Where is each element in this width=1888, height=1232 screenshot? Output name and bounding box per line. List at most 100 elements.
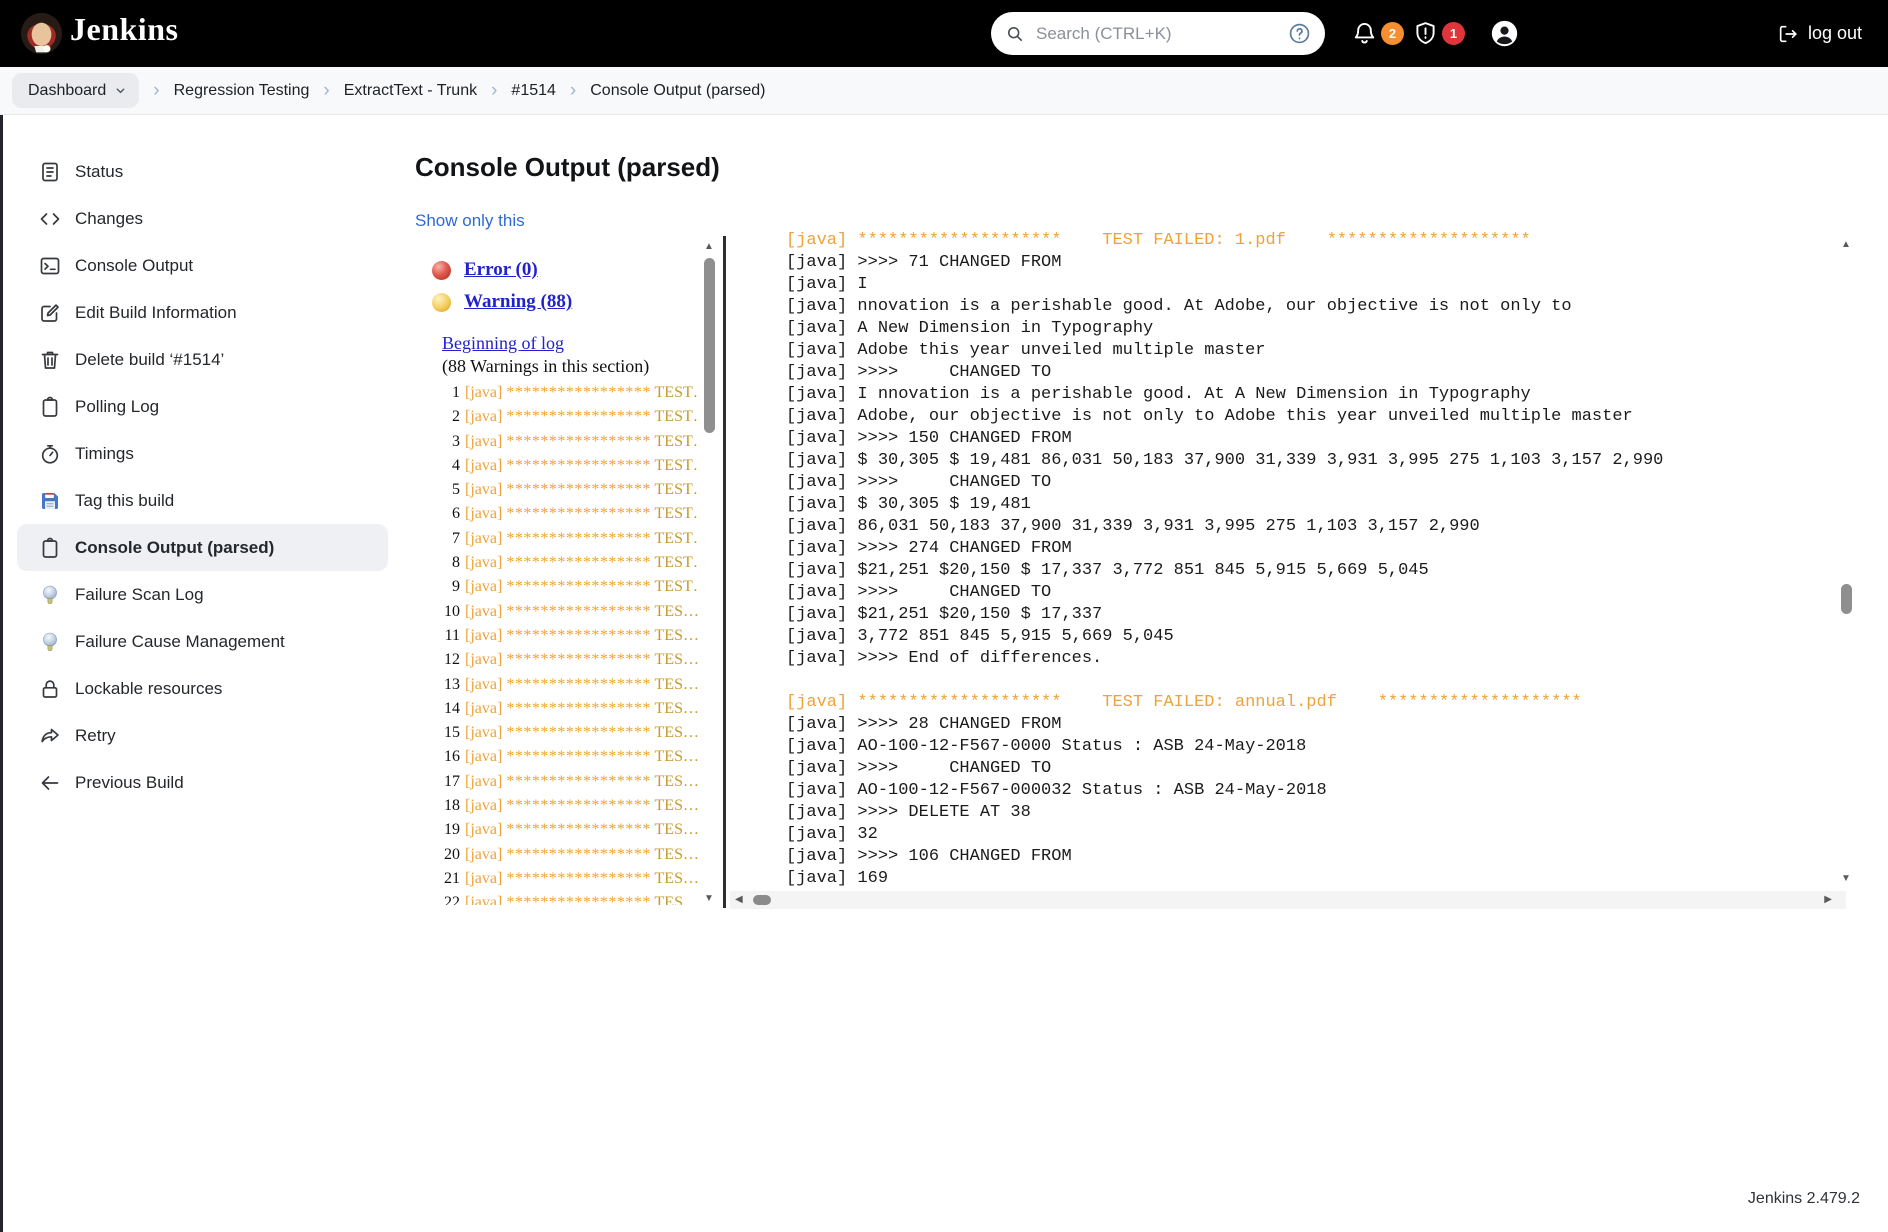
stopwatch-icon	[37, 441, 63, 467]
breadcrumb-item-regression-testing[interactable]: Regression Testing	[174, 82, 310, 100]
warning-list-item[interactable]: 20 [java] ***************** TES…	[440, 843, 700, 867]
warning-summary-row[interactable]: Warning (88)	[432, 291, 700, 313]
warning-stars: *****************	[506, 529, 651, 547]
warning-stars: *****************	[506, 432, 651, 450]
warning-list-item[interactable]: 17 [java] ***************** TES…	[440, 770, 700, 794]
warning-list-item[interactable]: 18 [java] ***************** TES…	[440, 794, 700, 818]
warning-list-item[interactable]: 10 [java] ***************** TES…	[440, 600, 700, 624]
sidebar-item-lockable-resources[interactable]: Lockable resources	[17, 665, 388, 712]
sidebar-item-console-output-parsed[interactable]: Console Output (parsed)	[17, 524, 388, 571]
warning-list-item[interactable]: 16 [java] ***************** TES…	[440, 745, 700, 769]
sidebar-item-delete-build-1514[interactable]: Delete build ‘#1514’	[17, 336, 388, 383]
search-input[interactable]	[1034, 22, 1288, 45]
warning-list-item[interactable]: 19 [java] ***************** TES…	[440, 818, 700, 842]
warning-list-item[interactable]: 5 [java] ***************** TEST…	[440, 478, 700, 502]
security-button[interactable]	[1412, 0, 1439, 67]
scroll-up-arrow-icon[interactable]: ▲	[1841, 240, 1851, 250]
warning-number: 20	[444, 845, 460, 863]
sidebar-item-retry[interactable]: Retry	[17, 712, 388, 759]
lock-icon	[37, 676, 63, 702]
warning-stars: *****************	[506, 481, 651, 499]
warning-number: 2	[452, 408, 460, 426]
jenkins-logo[interactable]	[20, 12, 63, 55]
warning-list-item[interactable]: 1 [java] ***************** TEST…	[440, 381, 700, 405]
breadcrumb-items: › Regression Testing › ExtractText - Tru…	[139, 80, 765, 102]
warning-stars: *****************	[506, 699, 651, 717]
warning-list-item[interactable]: 21 [java] ***************** TES…	[440, 867, 700, 891]
warning-list-item[interactable]: 3 [java] ***************** TEST…	[440, 430, 700, 454]
warning-list-item[interactable]: 2 [java] ***************** TEST…	[440, 405, 700, 429]
warning-list-item[interactable]: 9 [java] ***************** TEST…	[440, 575, 700, 599]
console-line: [java] >>>> CHANGED TO	[786, 363, 1052, 382]
help-icon[interactable]	[1288, 22, 1311, 45]
warning-list-item[interactable]: 22 [java] ***************** TES…	[440, 891, 700, 905]
warning-tail: TEST…	[654, 384, 700, 401]
sidebar-item-timings[interactable]: Timings	[17, 430, 388, 477]
warning-link[interactable]: Warning (88)	[464, 291, 572, 313]
user-menu-button[interactable]	[1490, 0, 1519, 67]
warning-list-item[interactable]: 11 [java] ***************** TES…	[440, 624, 700, 648]
warning-list-item[interactable]: 13 [java] ***************** TES…	[440, 673, 700, 697]
breadcrumb-item-console-output-parsed[interactable]: Console Output (parsed)	[590, 82, 765, 100]
breadcrumb-dashboard[interactable]: Dashboard	[12, 73, 140, 108]
warning-list-item[interactable]: 15 [java] ***************** TES…	[440, 721, 700, 745]
warning-stars: *****************	[506, 554, 651, 572]
warning-list-item[interactable]: 12 [java] ***************** TES…	[440, 648, 700, 672]
security-badge[interactable]: 1	[1442, 22, 1465, 45]
warning-list-item[interactable]: 7 [java] ***************** TEST…	[440, 527, 700, 551]
scrollbar-thumb[interactable]	[704, 258, 715, 433]
warning-list-scrollbar[interactable]: ▲ ▼	[701, 236, 718, 908]
scrollbar-thumb[interactable]	[1841, 584, 1852, 614]
warning-number: 21	[444, 869, 460, 887]
bulb-icon	[37, 629, 63, 655]
warning-tail: TES…	[654, 797, 699, 815]
scroll-right-arrow-icon[interactable]: ▶	[1824, 895, 1832, 905]
warning-list-item[interactable]: 8 [java] ***************** TEST…	[440, 551, 700, 575]
sidebar-item-label: Changes	[75, 208, 144, 228]
console-line: [java] Adobe, our objective is not only …	[786, 407, 1633, 426]
search-box	[991, 12, 1325, 55]
breadcrumb-item-extracttext-trunk[interactable]: ExtractText - Trunk	[344, 82, 477, 100]
console-line: [java] I	[786, 275, 868, 294]
notifications-button[interactable]	[1351, 0, 1378, 67]
sidebar-item-console-output[interactable]: Console Output	[17, 242, 388, 289]
warning-list-item[interactable]: 4 [java] ***************** TEST…	[440, 454, 700, 478]
sidebar-item-status[interactable]: Status	[17, 148, 388, 195]
beginning-of-log-link[interactable]: Beginning of log	[442, 333, 564, 354]
warning-list-item[interactable]: 6 [java] ***************** TEST…	[440, 502, 700, 526]
warning-tail: TES…	[654, 724, 699, 742]
console-line: [java] nnovation is a perishable good. A…	[786, 297, 1572, 316]
sidebar-item-tag-this-build[interactable]: Tag this build	[17, 477, 388, 524]
sidebar-item-polling-log[interactable]: Polling Log	[17, 383, 388, 430]
scrollbar-thumb[interactable]	[753, 895, 771, 905]
sidebar-item-failure-scan-log[interactable]: Failure Scan Log	[17, 571, 388, 618]
error-link[interactable]: Error (0)	[464, 259, 538, 281]
console-vertical-scrollbar[interactable]: ▲ ▼	[1839, 236, 1855, 888]
brand-title[interactable]: Jenkins	[70, 11, 178, 48]
breadcrumb-item-1514[interactable]: #1514	[511, 82, 556, 100]
scroll-up-arrow-icon[interactable]: ▲	[704, 242, 714, 252]
warning-stars: *****************	[506, 651, 651, 669]
console-line: [java] Adobe this year unveiled multiple…	[786, 341, 1266, 360]
console-line: [java] $21,251 $20,150 $ 17,337	[786, 605, 1103, 624]
scroll-left-arrow-icon[interactable]: ◀	[735, 895, 743, 905]
logout-button[interactable]: log out	[1777, 0, 1862, 67]
arrow-left-icon	[37, 770, 63, 796]
sidebar-item-changes[interactable]: Changes	[17, 195, 388, 242]
warning-number: 15	[444, 724, 460, 742]
show-only-this-link[interactable]: Show only this	[415, 211, 525, 231]
error-summary-row[interactable]: Error (0)	[432, 259, 700, 281]
warning-list-item[interactable]: 14 [java] ***************** TES…	[440, 697, 700, 721]
scroll-down-arrow-icon[interactable]: ▼	[704, 894, 714, 904]
console-line: [java] >>>> 274 CHANGED FROM	[786, 539, 1072, 558]
notification-badge[interactable]: 2	[1381, 22, 1404, 45]
sidebar-item-previous-build[interactable]: Previous Build	[17, 759, 388, 806]
sidebar-item-failure-cause-management[interactable]: Failure Cause Management	[17, 618, 388, 665]
console-horizontal-scrollbar[interactable]: ◀ ▶	[730, 891, 1846, 909]
warning-stars: *****************	[506, 821, 651, 839]
warning-stars: *****************	[506, 408, 651, 426]
warning-list: 1 [java] ***************** TEST… 2 [java] *…	[440, 381, 700, 905]
scroll-down-arrow-icon[interactable]: ▼	[1841, 874, 1851, 884]
breadcrumb-separator: ›	[153, 79, 160, 101]
sidebar-item-edit-build-information[interactable]: Edit Build Information	[17, 289, 388, 336]
